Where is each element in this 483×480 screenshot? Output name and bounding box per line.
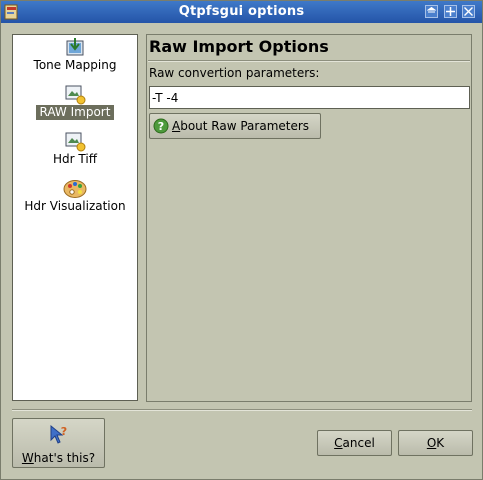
- cancel-rest: ancel: [342, 436, 375, 450]
- sidebar-item-raw-import[interactable]: RAW Import: [13, 85, 137, 120]
- whats-this-button[interactable]: ? What's this?: [12, 418, 105, 468]
- options-sidebar: Tone Mapping RAW Import Hdr Tiff Hdr Vis…: [12, 34, 138, 401]
- options-dialog: Qtpfsgui options Tone Mapping RAW Import…: [0, 0, 483, 480]
- minimize-icon: [427, 7, 436, 13]
- raw-params-label: Raw convertion parameters:: [149, 66, 320, 80]
- palette-icon: [63, 180, 87, 198]
- about-raw-parameters-button[interactable]: ? About Raw Parameters: [149, 113, 321, 139]
- raw-import-panel: Raw Import Options Raw convertion parame…: [146, 34, 472, 402]
- whats-this-icon: ?: [50, 424, 67, 444]
- about-mnemonic: A: [172, 119, 181, 133]
- sidebar-item-label: Hdr Tiff: [53, 152, 97, 166]
- svg-text:?: ?: [158, 120, 164, 133]
- sidebar-item-label: Hdr Visualization: [24, 199, 126, 213]
- sidebar-item-label: Tone Mapping: [33, 58, 117, 72]
- about-button-label: About Raw Parameters: [172, 119, 309, 133]
- sidebar-item-hdr-tiff[interactable]: Hdr Tiff: [13, 132, 137, 167]
- ok-mnemonic: O: [426, 436, 437, 450]
- close-button[interactable]: [462, 5, 475, 18]
- minimize-button[interactable]: [425, 5, 438, 18]
- svg-text:?: ?: [61, 425, 67, 438]
- tonemap-icon: [66, 38, 84, 56]
- about-label-rest: bout Raw Parameters: [180, 119, 310, 133]
- maximize-button[interactable]: [444, 5, 457, 18]
- raw-import-icon: [65, 85, 86, 105]
- sidebar-item-hdr-visualization[interactable]: Hdr Visualization: [13, 179, 137, 214]
- panel-divider: [148, 60, 470, 62]
- help-icon: ?: [153, 118, 169, 134]
- sidebar-item-label: RAW Import: [35, 105, 115, 120]
- maximize-icon: [446, 7, 455, 16]
- whats-this-rest: hat's this?: [33, 451, 96, 465]
- hdr-tiff-icon: [65, 132, 86, 152]
- raw-params-input[interactable]: [149, 86, 470, 109]
- whats-this-mnemonic: W: [21, 451, 34, 465]
- close-icon: [464, 7, 473, 16]
- title-bar[interactable]: Qtpfsgui options: [1, 1, 482, 23]
- ok-button[interactable]: OK: [398, 430, 473, 456]
- sidebar-item-tone-mapping[interactable]: Tone Mapping: [13, 38, 137, 73]
- cancel-mnemonic: C: [334, 436, 343, 450]
- panel-title: Raw Import Options: [149, 37, 329, 56]
- cancel-button[interactable]: Cancel: [317, 430, 392, 456]
- whats-this-label: What's this?: [13, 451, 104, 465]
- ok-rest: K: [436, 436, 445, 450]
- footer-divider: [12, 409, 472, 411]
- window-title: Qtpfsgui options: [178, 4, 305, 19]
